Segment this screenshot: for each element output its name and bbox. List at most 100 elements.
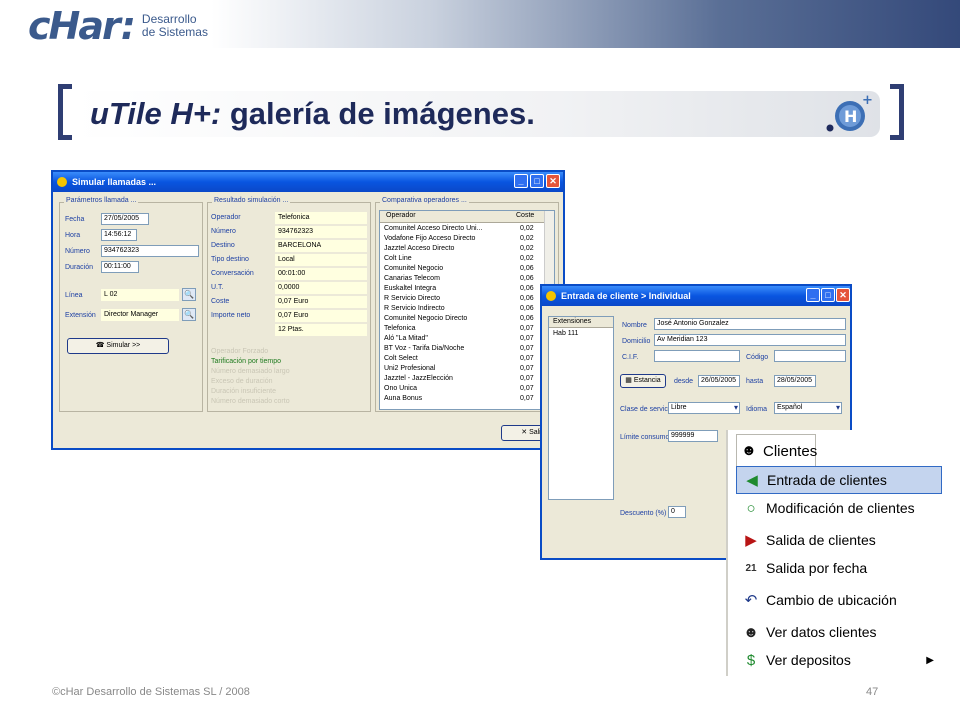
table-row[interactable]: Auna Bonus 0,07 — [380, 394, 554, 404]
operator-name: Colt Line — [384, 255, 412, 262]
linea-field[interactable]: L 02 — [101, 289, 179, 301]
minimize-button[interactable]: _ — [514, 174, 528, 188]
linea-search-icon[interactable]: 🔍 — [182, 288, 196, 301]
numero-field[interactable]: 934762323 — [101, 245, 199, 257]
group-legend: Resultado simulación ... — [212, 197, 291, 204]
extensions-list[interactable]: Extensiones Hab 111 — [548, 316, 614, 500]
table-row[interactable]: BT Voz - Tarifa Dia/Noche 0,07 — [380, 344, 554, 354]
window-titlebar[interactable]: Entrada de cliente > Individual _ □ ✕ — [542, 286, 850, 306]
menu-item[interactable]: ○ Modificación de clientes — [736, 494, 942, 522]
col-coste[interactable]: Coste — [516, 211, 534, 221]
table-row[interactable]: Jazztel Acceso Directo 0,02 — [380, 244, 554, 254]
menu-item[interactable]: ↶ Cambio de ubicación — [736, 586, 942, 614]
operator-cost: 0,06 — [520, 305, 534, 312]
maximize-button[interactable]: □ — [821, 288, 835, 302]
col-operador[interactable]: Operador — [386, 211, 416, 221]
title-text: galería de imágenes. — [221, 96, 535, 131]
simular-llamadas-window: Simular llamadas ... _ □ ✕ Parámetros ll… — [51, 170, 565, 450]
operator-cost: 0,07 — [520, 345, 534, 352]
operator-cost: 0,07 — [520, 355, 534, 362]
operator-cost: 0,07 — [520, 375, 534, 382]
window-titlebar[interactable]: Simular llamadas ... _ □ ✕ — [53, 172, 563, 192]
money-icon: $ — [746, 651, 756, 669]
calendar-icon: 21 — [745, 562, 757, 574]
fecha-label: Fecha — [65, 216, 85, 223]
operator-name: Comunitel Negocio — [384, 265, 444, 272]
table-row[interactable]: Telefonica 0,07 — [380, 324, 554, 334]
table-row[interactable]: Ono Unica 0,07 — [380, 384, 554, 394]
table-row[interactable]: Uni2 Profesional 0,07 — [380, 364, 554, 374]
table-row[interactable]: Colt Select 0,07 — [380, 354, 554, 364]
table-row[interactable]: R Servicio Indirecto 0,06 — [380, 304, 554, 314]
estancia-button[interactable]: ▦ Estancia — [620, 374, 666, 388]
result-value: 934762323 — [275, 226, 367, 238]
list-item[interactable]: Hab 111 — [549, 329, 613, 339]
operator-name: Uni2 Profesional — [384, 365, 436, 372]
desde-field[interactable]: 26/05/2005 — [698, 375, 740, 387]
menu-item[interactable]: $ Ver depositos ▶ — [736, 646, 942, 674]
operator-name: Ono Unica — [384, 385, 418, 392]
idioma-label: Idioma — [746, 406, 768, 413]
maximize-button[interactable]: □ — [530, 174, 544, 188]
app-icon — [57, 177, 67, 187]
codigo-field[interactable] — [774, 350, 846, 362]
table-header: Operador Coste — [380, 211, 554, 223]
extension-search-icon[interactable]: 🔍 — [182, 308, 196, 321]
logo-wordmark: cHar — [28, 4, 121, 48]
table-row[interactable]: Colt Line 0,02 — [380, 254, 554, 264]
operator-cost: 0,06 — [520, 295, 534, 302]
logo-subtitle: Desarrollo de Sistemas — [142, 13, 208, 39]
result-label: Conversación — [211, 270, 254, 277]
extension-field[interactable]: Director Manager — [101, 309, 179, 321]
close-button[interactable]: ✕ — [546, 174, 560, 188]
operator-cost: 0,07 — [520, 365, 534, 372]
minimize-button[interactable]: _ — [806, 288, 820, 302]
table-row[interactable]: Comunitel Negocio Directo 0,06 — [380, 314, 554, 324]
duracion-label: Duración — [65, 264, 94, 271]
operator-name: Auna Bonus — [384, 395, 423, 402]
menu-item[interactable]: ▶ Salida de clientes — [736, 526, 942, 554]
table-row[interactable]: Comunitel Negocio 0,06 — [380, 264, 554, 274]
nombre-field[interactable]: José Antonio Gonzalez — [654, 318, 846, 330]
group-legend: Comparativa operadores ... — [380, 197, 469, 204]
operator-name: Jazztel Acceso Directo — [384, 245, 455, 252]
fecha-field[interactable]: 27/05/2005 — [101, 213, 149, 225]
descuento-field[interactable]: 0 — [668, 506, 686, 518]
submenu-arrow-icon: ▶ — [926, 654, 934, 666]
nombre-label: Nombre — [622, 322, 647, 329]
simular-button[interactable]: ☎ Simular >> — [67, 338, 169, 354]
operator-name: Comunitel Negocio Directo — [384, 315, 468, 322]
idioma-select[interactable]: Español — [774, 402, 842, 414]
domicilio-field[interactable]: Av Meridian 123 — [654, 334, 846, 346]
duracion-field[interactable]: 00:11:00 — [101, 261, 139, 273]
tab-clientes[interactable]: ☻ Clientes — [736, 434, 817, 466]
title-product: uTile H+: — [90, 96, 222, 131]
table-row[interactable]: Euskaltel Integra 0,06 — [380, 284, 554, 294]
hora-field[interactable]: 14:56:12 — [101, 229, 137, 241]
page-number: 47 — [866, 686, 879, 698]
limite-field[interactable]: 999999 — [668, 430, 718, 442]
menu-item[interactable]: ☻ Ver datos clientes — [736, 618, 942, 646]
extension-label: Extensión — [65, 312, 96, 319]
close-x-icon: ✕ — [521, 429, 530, 436]
slide-title: uTile H+: galería de imágenes. — [90, 96, 535, 132]
table-row[interactable]: Aló "La Mitad" 0,07 — [380, 334, 554, 344]
operator-name: Vodafone Fijo Acceso Directo — [384, 235, 476, 242]
estancia-label: Estancia — [633, 377, 661, 384]
cif-field[interactable] — [654, 350, 740, 362]
company-logo: cHar : Desarrollo de Sistemas — [28, 4, 208, 48]
table-row[interactable]: Canarias Telecom 0,06 — [380, 274, 554, 284]
duracion-insuf-text: Duración insuficiente — [211, 388, 276, 395]
table-row[interactable]: Jazztel - JazzElección 0,07 — [380, 374, 554, 384]
menu-item[interactable]: 21 Salida por fecha — [736, 554, 942, 582]
table-row[interactable]: Vodafone Fijo Acceso Directo 0,02 — [380, 234, 554, 244]
operators-table[interactable]: Operador Coste Comunitel Acceso Directo … — [379, 210, 555, 410]
operator-cost: 0,07 — [520, 335, 534, 342]
green-circle-icon: ○ — [746, 499, 756, 517]
table-row[interactable]: R Servicio Directo 0,06 — [380, 294, 554, 304]
clase-select[interactable]: Libre — [668, 402, 740, 414]
table-row[interactable]: Comunitel Acceso Directo Uni... 0,02 — [380, 224, 554, 234]
hasta-field[interactable]: 28/05/2005 — [774, 375, 816, 387]
menu-item[interactable]: ◀ Entrada de clientes — [736, 466, 942, 494]
close-button[interactable]: ✕ — [836, 288, 850, 302]
